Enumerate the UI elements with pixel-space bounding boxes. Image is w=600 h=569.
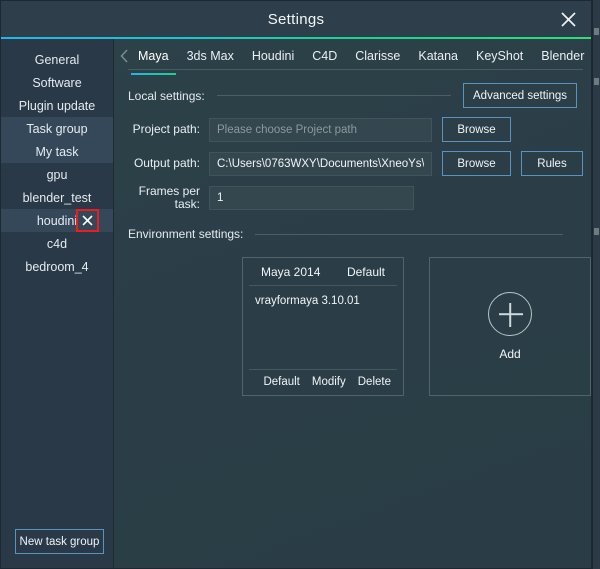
settings-window: Settings General Software Plugin update …	[0, 0, 592, 569]
section-divider	[255, 233, 563, 235]
add-environment-card[interactable]: Add	[429, 257, 591, 396]
section-divider	[216, 95, 452, 96]
sidebar-item-gpu[interactable]: gpu	[1, 163, 113, 186]
environment-plugin: vrayformaya 3.10.01	[255, 295, 360, 307]
plus-circle-icon	[488, 292, 532, 336]
tab-maya[interactable]: Maya	[129, 41, 178, 75]
tab-bar-divider	[128, 69, 583, 70]
background-window-tick	[594, 78, 599, 85]
tab-label: 3ds Max	[186, 49, 234, 63]
tab-3ds-max[interactable]: 3ds Max	[178, 41, 243, 71]
sidebar-item-plugin-update[interactable]: Plugin update	[1, 94, 113, 117]
tab-label: Katana	[418, 49, 459, 63]
set-default-action[interactable]: Default	[263, 376, 299, 388]
sidebar-item-software[interactable]: Software	[1, 71, 113, 94]
window-body: General Software Plugin update Task grou…	[1, 39, 591, 568]
tab-c4d[interactable]: C4D	[303, 41, 346, 71]
delete-task-group-button[interactable]	[76, 209, 99, 232]
sidebar-item-label: My task	[35, 144, 79, 159]
sidebar-item-task-group[interactable]: Task group	[1, 117, 113, 140]
close-window-button[interactable]	[553, 5, 583, 33]
tab-keyshot[interactable]: KeyShot	[467, 41, 532, 71]
tab-houdini[interactable]: Houdini	[243, 41, 303, 71]
tab-katana[interactable]: Katana	[409, 41, 467, 71]
new-task-group-button[interactable]: New task group	[15, 529, 104, 554]
advanced-settings-button[interactable]: Advanced settings	[463, 83, 577, 108]
window-title: Settings	[267, 10, 325, 28]
sidebar-item-label: General	[34, 52, 80, 67]
environment-card[interactable]: Maya 2014 Default vrayformaya 3.10.01 De…	[242, 257, 404, 396]
sidebar-item-label: blender_test	[22, 190, 92, 205]
project-path-row: Project path: Browse	[114, 117, 591, 142]
sidebar-item-label: gpu	[46, 167, 68, 182]
background-window-tick	[594, 28, 599, 35]
tab-blender[interactable]: Blender	[532, 41, 591, 71]
local-settings-section-header: Local settings: Advanced settings	[114, 83, 591, 108]
project-path-label: Project path:	[132, 122, 200, 136]
tab-label: C4D	[312, 49, 338, 63]
sidebar-item-label: houdini	[36, 213, 78, 228]
sidebar-item-label: Plugin update	[18, 98, 96, 113]
sidebar-item-bedroom-4[interactable]: bedroom_4	[1, 255, 113, 278]
environment-settings-section-header: Environment settings:	[114, 227, 591, 241]
close-icon	[82, 215, 93, 226]
environment-card-header: Maya 2014 Default	[249, 258, 397, 286]
sidebar-item-label: Software	[32, 75, 82, 90]
project-path-input[interactable]	[209, 117, 432, 142]
tab-label: Maya	[138, 49, 169, 63]
sidebar-item-c4d[interactable]: c4d	[1, 232, 113, 255]
browse-output-path-button[interactable]: Browse	[442, 151, 511, 176]
main-panel: Maya 3ds Max Houdini C4D Clarisse Katana	[114, 39, 591, 568]
tab-label: Blender	[541, 49, 585, 63]
environment-card-list: Maya 2014 Default vrayformaya 3.10.01 De…	[114, 257, 591, 396]
browse-project-path-button[interactable]: Browse	[442, 117, 511, 142]
frames-per-task-input[interactable]	[209, 186, 414, 210]
software-tab-bar: Maya 3ds Max Houdini C4D Clarisse Katana	[114, 39, 591, 75]
environment-card-actions: Default Modify Delete	[249, 369, 397, 395]
sidebar-item-general[interactable]: General	[1, 48, 113, 71]
background-window-tick	[594, 228, 599, 235]
environment-default-badge: Default	[346, 265, 385, 279]
tab-label: Houdini	[251, 49, 295, 63]
local-settings-label: Local settings:	[128, 88, 205, 103]
close-icon	[560, 11, 576, 27]
tab-scroll-left-button[interactable]	[120, 41, 129, 71]
tab-clarisse[interactable]: Clarisse	[346, 41, 409, 71]
environment-name: Maya 2014	[261, 265, 321, 279]
background-window-strip	[592, 0, 600, 569]
sidebar-item-blender-test[interactable]: blender_test	[1, 186, 113, 209]
output-path-input[interactable]	[209, 151, 432, 176]
tab-label: Clarisse	[355, 49, 401, 63]
sidebar-item-label: c4d	[46, 236, 68, 251]
frames-per-task-row: Frames per task:	[114, 185, 591, 211]
environment-settings-label: Environment settings:	[128, 227, 244, 241]
modify-action[interactable]: Modify	[312, 376, 346, 388]
output-path-label: Output path:	[133, 156, 200, 170]
sidebar-item-label: Task group	[26, 121, 88, 136]
chevron-left-icon	[120, 49, 128, 63]
title-bar: Settings	[1, 1, 591, 37]
tab-label: KeyShot	[476, 49, 524, 63]
frames-per-task-label: Frames per task:	[138, 184, 200, 211]
output-path-row: Output path: Browse Rules	[114, 151, 591, 176]
sidebar-item-houdini[interactable]: houdini	[1, 209, 113, 232]
add-environment-label: Add	[499, 347, 521, 361]
sidebar-item-my-task[interactable]: My task	[1, 140, 113, 163]
sidebar-item-label: bedroom_4	[25, 259, 89, 274]
sidebar: General Software Plugin update Task grou…	[1, 39, 114, 568]
delete-action[interactable]: Delete	[358, 376, 391, 388]
output-rules-button[interactable]: Rules	[521, 151, 583, 176]
